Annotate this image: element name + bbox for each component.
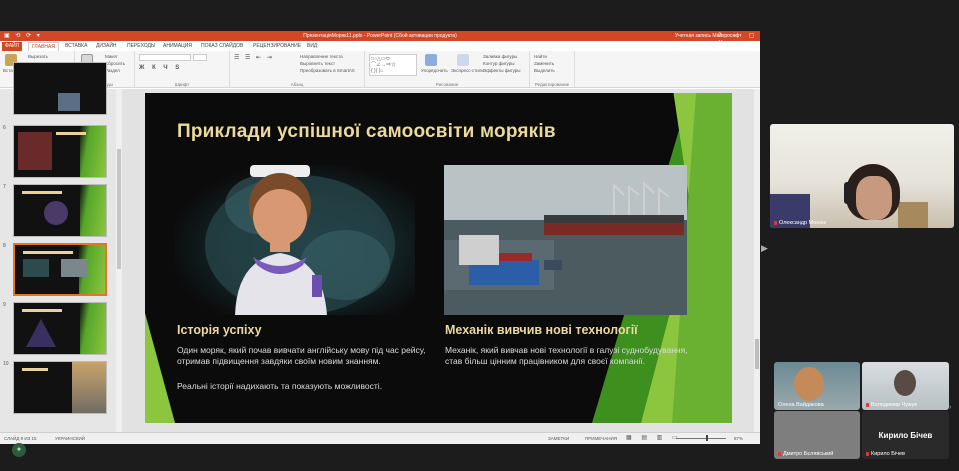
left-extra: Реальні історії надихають та показують м…: [177, 381, 383, 391]
right-body: Механік, який вивчав нові технології в г…: [445, 345, 688, 366]
paragraph-group-label: Абзац: [290, 82, 304, 87]
shape-fill-button[interactable]: Заливка фигуры: [483, 54, 517, 59]
layout-button[interactable]: Макет: [105, 54, 118, 59]
slide-thumbnail[interactable]: [13, 302, 107, 355]
slide-number: 6: [3, 125, 6, 131]
quick-styles-icon[interactable]: [457, 54, 469, 66]
list-buttons[interactable]: ☰ ☰ ⇤ ⇥: [234, 54, 274, 61]
right-heading: Механік вивчив нові технології: [445, 323, 638, 337]
cut-button[interactable]: Вырезать: [28, 54, 48, 59]
shape-outline-button[interactable]: Контур фигуры: [483, 61, 514, 66]
ribbon: Вставить Вырезать Копировать Формат по о…: [0, 51, 760, 88]
slide-thumbnail[interactable]: [13, 62, 107, 115]
text-direction-button[interactable]: Направление текста: [300, 54, 343, 59]
drawing-group-label: Рисование: [435, 82, 459, 87]
tab-transitions[interactable]: ПЕРЕХОДЫ: [124, 42, 158, 51]
participant-name: Кирило Бічев: [866, 451, 905, 457]
slide-number: 8: [3, 243, 6, 249]
participant-tile[interactable]: Олена Вайдакова: [774, 362, 860, 410]
find-button[interactable]: Найти: [534, 54, 547, 59]
paragraph-group: ☰ ☰ ⇤ ⇥ Направление текста Выровнять тек…: [230, 51, 365, 88]
meeting-app-icon[interactable]: ✦: [12, 443, 26, 457]
font-group-label: Шрифт: [174, 82, 190, 87]
editing-group: Найти Заменить Выделить Редактирование: [530, 51, 575, 88]
arrange-icon[interactable]: [425, 54, 437, 66]
chevron-right-icon[interactable]: ›: [949, 404, 951, 411]
shelf-background: [898, 202, 928, 228]
editing-group-label: Редактирование: [534, 82, 570, 87]
shape-effects-button[interactable]: Эффекты фигуры: [483, 68, 521, 73]
headphones-icon: [844, 182, 852, 204]
slide-number: 7: [3, 184, 6, 190]
main-participant-tile[interactable]: Олександр Монюк: [770, 124, 954, 228]
quick-access-toolbar[interactable]: ▣ ⟲ ⟳ ▾: [4, 32, 42, 39]
slide-scrollbar[interactable]: [754, 89, 760, 432]
sailor-boy-illustration: [175, 165, 415, 315]
participant-tile[interactable]: Дмитро Бєлявський: [774, 411, 860, 459]
participant-name: Олена Вайдакова: [778, 402, 824, 408]
participant-avatar: [794, 367, 824, 401]
tab-animation[interactable]: АНИМАЦИЯ: [160, 42, 195, 51]
drawing-group: □○△▭⬭ ⌒∠→⇒☆{ }( )⌂ Упорядочить Экспресс-с…: [365, 51, 530, 88]
shapes-gallery[interactable]: □○△▭⬭ ⌒∠→⇒☆{ }( )⌂: [369, 54, 417, 76]
left-body: Один моряк, який почав вивчати англійськ…: [177, 345, 426, 366]
ribbon-tabs: ФАЙЛ ГЛАВНАЯ ВСТАВКА ДИЗАЙН ПЕРЕХОДЫ АНИ…: [0, 41, 760, 51]
font-size-field[interactable]: [193, 54, 207, 61]
slide-number: 9: [3, 302, 6, 308]
left-heading: Історія успіху: [177, 323, 262, 337]
view-buttons[interactable]: ▦ ▤ ▥ ▭: [626, 434, 682, 441]
slide-counter: СЛАЙД 9 ИЗ 15: [4, 436, 37, 441]
tab-slideshow[interactable]: ПОКАЗ СЛАЙДОВ: [198, 42, 246, 51]
language-indicator[interactable]: УКРАИНСКИЙ: [55, 436, 85, 441]
port-ships-photo: [444, 165, 687, 315]
tab-home[interactable]: ГЛАВНАЯ: [28, 42, 59, 51]
font-format-buttons[interactable]: Ж К Ч S: [139, 65, 182, 71]
align-text-button[interactable]: Выровнять текст: [300, 61, 335, 66]
participant-name: Володимир Чужук: [866, 402, 917, 408]
quick-styles-button[interactable]: Экспресс-стили: [451, 68, 484, 73]
zoom-level[interactable]: 87%: [734, 436, 743, 441]
scroll-right-icon[interactable]: ▶: [761, 243, 768, 254]
section-button[interactable]: Раздел: [105, 68, 120, 73]
font-group: Ж К Ч S Шрифт: [135, 51, 230, 88]
slide-number: 10: [3, 361, 9, 367]
zoom-slider[interactable]: [676, 435, 726, 441]
comments-button[interactable]: ПРИМЕЧАНИЯ: [585, 436, 617, 441]
tab-view[interactable]: ВИД: [304, 42, 320, 51]
tab-design[interactable]: ДИЗАЙН: [93, 42, 120, 51]
title-bar: ▣ ⟲ ⟳ ▾ ПрезентаціяМоряк11.pptx - PowerP…: [0, 31, 760, 46]
main-participant-name: Олександр Монюк: [774, 220, 826, 226]
participant-avatar: [894, 370, 916, 396]
replace-button[interactable]: Заменить: [534, 61, 554, 66]
participant-face: [856, 176, 892, 220]
participant-tile[interactable]: Кирило Бічев Кирило Бічев: [862, 411, 949, 459]
notes-button[interactable]: ЗАМЕТКИ: [548, 436, 569, 441]
slide-thumbnail[interactable]: [13, 361, 107, 414]
arrange-button[interactable]: Упорядочить: [421, 68, 448, 73]
status-bar: СЛАЙД 9 ИЗ 15 УКРАИНСКИЙ ЗАМЕТКИ ПРИМЕЧА…: [0, 432, 760, 444]
participant-big-name: Кирило Бічев: [878, 431, 933, 440]
tab-review[interactable]: РЕЦЕНЗИРОВАНИЕ: [250, 42, 304, 51]
participant-tile[interactable]: Володимир Чужук: [862, 362, 949, 410]
reset-button[interactable]: Сбросить: [105, 61, 125, 66]
current-slide[interactable]: Приклади успішної самоосвіти моряків Іст…: [145, 93, 732, 423]
tab-insert[interactable]: ВСТАВКА: [62, 42, 90, 51]
window-title: ПрезентаціяМоряк11.pptx - PowerPoint (Сб…: [303, 33, 457, 39]
slide-thumbnails-panel[interactable]: 6 7 8 9 10: [0, 62, 122, 432]
participant-name: Дмитро Бєлявський: [778, 451, 833, 457]
tab-file[interactable]: ФАЙЛ: [2, 42, 22, 51]
select-button[interactable]: Выделить: [534, 68, 555, 73]
slide-thumbnail[interactable]: [13, 184, 107, 237]
font-name-field[interactable]: [139, 54, 191, 61]
slide-thumbnail[interactable]: [13, 125, 107, 178]
slide-thumbnail-selected[interactable]: [13, 243, 107, 296]
smartart-button[interactable]: Преобразовать в SmartArt: [300, 68, 355, 73]
slide-title: Приклади успішної самоосвіти моряків: [177, 121, 556, 142]
